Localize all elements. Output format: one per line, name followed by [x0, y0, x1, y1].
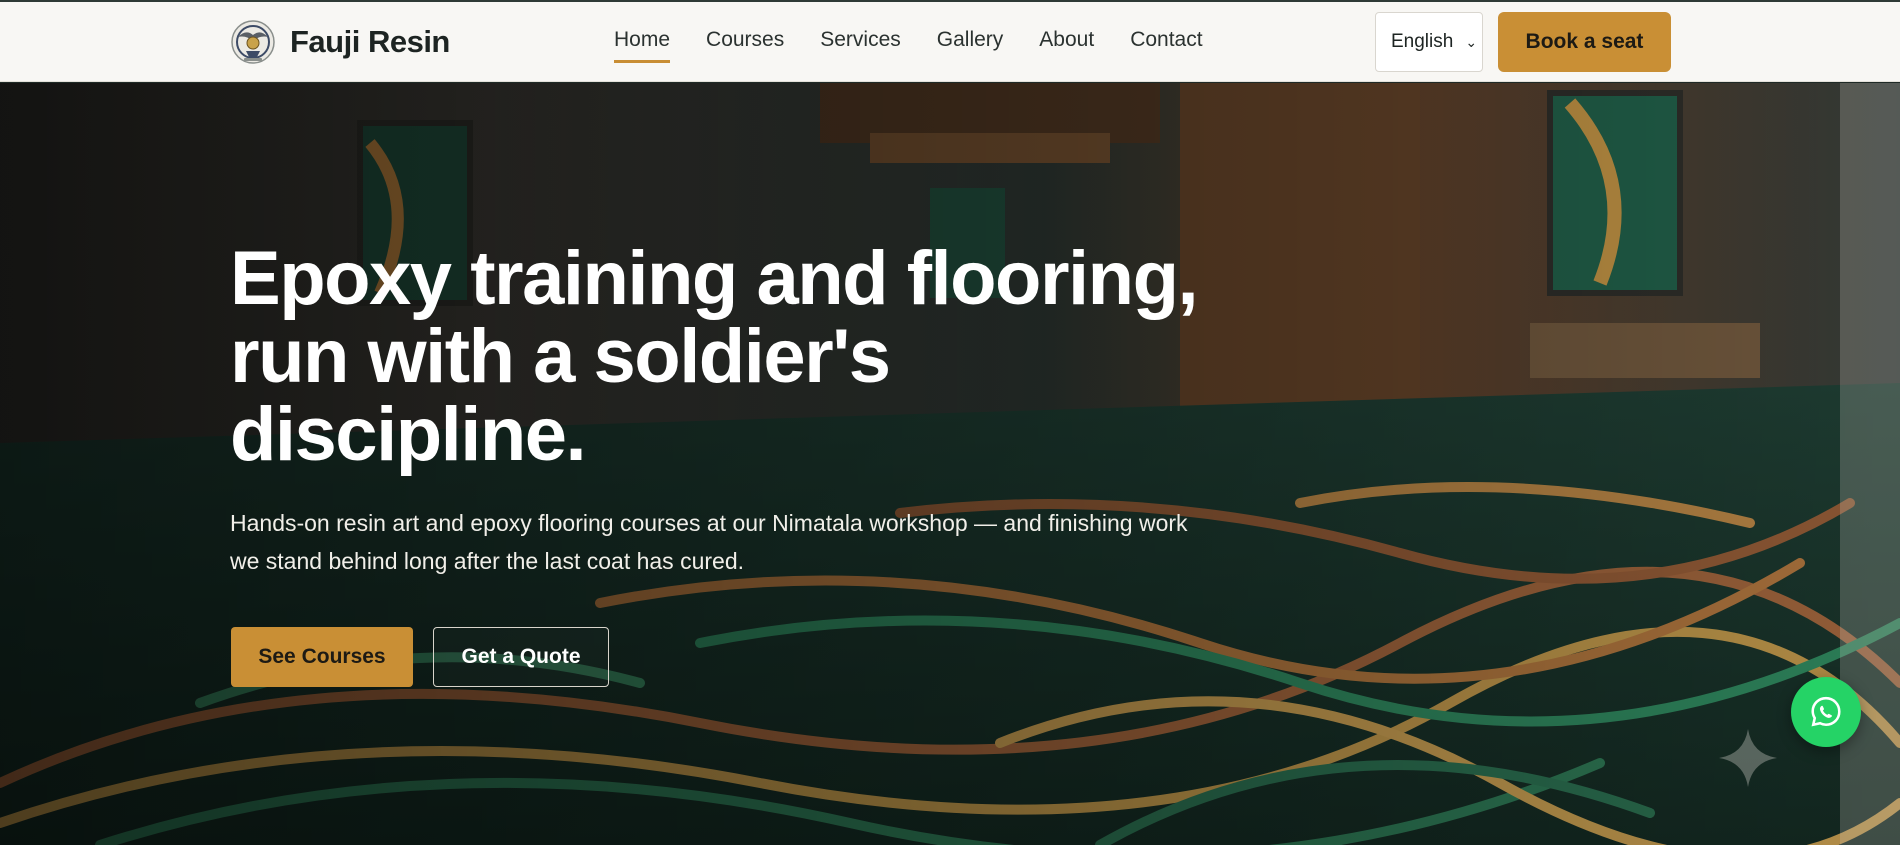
site-header: Fauji Resin Home Courses Services Galler…	[0, 2, 1900, 82]
nav-gallery[interactable]: Gallery	[937, 28, 1004, 63]
whatsapp-icon	[1811, 696, 1841, 727]
nav-home[interactable]: Home	[614, 28, 671, 63]
military-emblem-icon	[231, 20, 275, 64]
brand-name: Fauji Resin	[290, 24, 450, 59]
book-seat-button[interactable]: Book a seat	[1498, 12, 1671, 72]
see-courses-button[interactable]: See Courses	[231, 627, 413, 687]
nav-contact[interactable]: Contact	[1130, 28, 1202, 63]
hero-section: Epoxy training and flooring, run with a …	[0, 83, 1900, 845]
brand-link[interactable]: Fauji Resin	[230, 19, 450, 65]
nav-about[interactable]: About	[1039, 28, 1094, 63]
sparkle-icon	[1719, 729, 1777, 787]
nav-services[interactable]: Services	[820, 28, 901, 63]
main-nav: Home Courses Services Gallery About Cont…	[614, 28, 1203, 63]
hero-title: Epoxy training and flooring, run with a …	[230, 236, 1199, 477]
whatsapp-chat-button[interactable]	[1791, 677, 1861, 747]
hero-subtitle: Hands-on resin art and epoxy flooring co…	[230, 510, 1188, 574]
get-quote-button[interactable]: Get a Quote	[433, 627, 609, 687]
language-selected-value: English	[1391, 31, 1454, 52]
language-select[interactable]: English ⌄	[1375, 12, 1483, 72]
nav-courses[interactable]: Courses	[706, 28, 784, 63]
chevron-down-icon: ⌄	[1465, 33, 1478, 50]
